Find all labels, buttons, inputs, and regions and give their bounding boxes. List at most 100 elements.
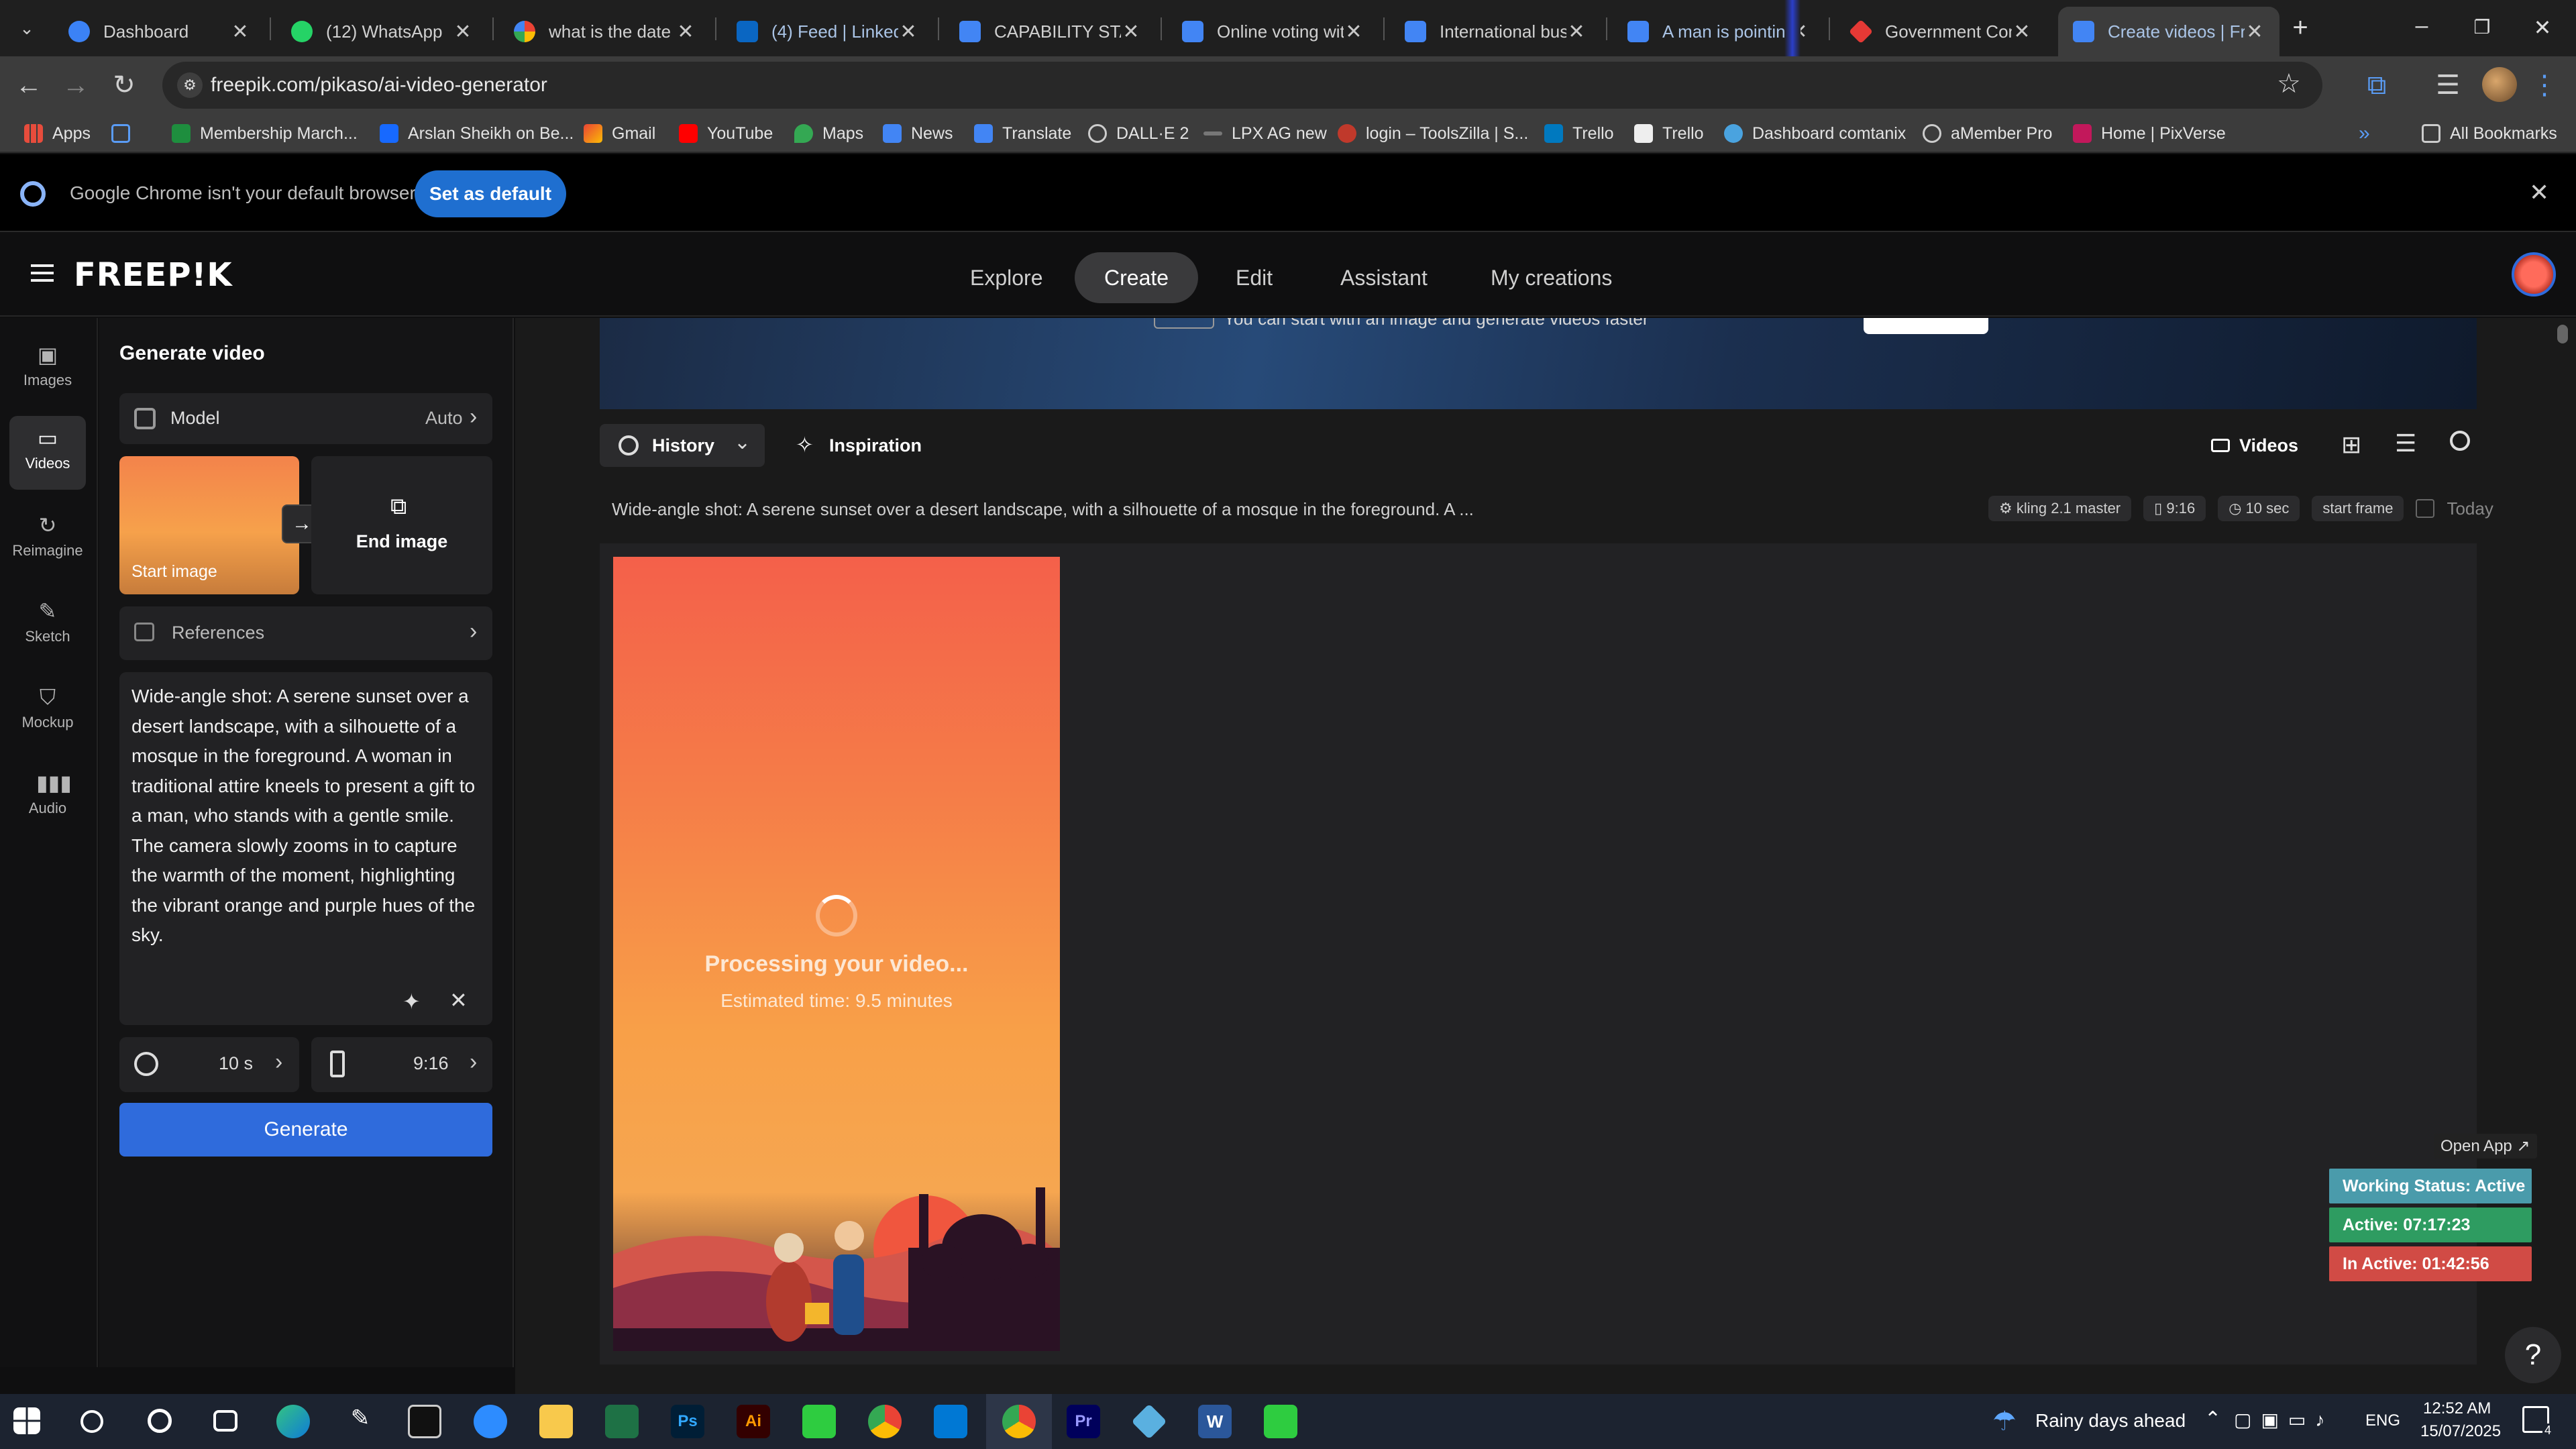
- back-arrow-icon[interactable]: ←: [13, 70, 44, 101]
- tab-dashboard[interactable]: Dashboard ✕: [54, 7, 265, 56]
- bookmark-maps[interactable]: Maps: [794, 114, 863, 153]
- aspect-ratio-selector[interactable]: 9:16 ›: [311, 1037, 492, 1092]
- more-bookmarks-chevron-icon[interactable]: »: [2359, 114, 2370, 153]
- app-green2-icon[interactable]: [1264, 1405, 1297, 1438]
- model-selector[interactable]: Model Auto ›: [119, 393, 492, 444]
- minimize-button[interactable]: –: [2402, 12, 2442, 43]
- tab-list-icon[interactable]: ☰: [2432, 70, 2463, 101]
- menu-kebab-icon[interactable]: ⋮: [2529, 70, 2560, 101]
- nav-my-creations[interactable]: My creations: [1461, 252, 1642, 303]
- forward-arrow-icon[interactable]: →: [60, 70, 91, 101]
- bookmark-youtube[interactable]: YouTube: [679, 114, 773, 153]
- pen-icon[interactable]: ✎: [343, 1405, 377, 1438]
- close-icon[interactable]: ✕: [1121, 20, 1141, 44]
- rail-sketch[interactable]: ✎ Sketch: [9, 589, 86, 663]
- close-icon[interactable]: ✕: [453, 20, 473, 44]
- end-image-slot[interactable]: ⧉ End image: [311, 456, 492, 594]
- close-icon[interactable]: ✕: [1344, 20, 1364, 44]
- nav-explore[interactable]: Explore: [941, 252, 1073, 303]
- banner-button[interactable]: [1864, 318, 1988, 334]
- prompt-box[interactable]: Wide-angle shot: A serene sunset over a …: [119, 672, 492, 1025]
- freepik-logo[interactable]: FREEP!K: [74, 256, 233, 294]
- bookmark-behance[interactable]: Arslan Sheikh on Be...: [380, 114, 574, 153]
- prompt-textarea[interactable]: Wide-angle shot: A serene sunset over a …: [131, 682, 483, 951]
- bookmark-dalle[interactable]: DALL·E 2: [1088, 114, 1189, 153]
- tab-whatsapp[interactable]: (12) WhatsApp ✕: [276, 7, 488, 56]
- grid-view-icon[interactable]: ⊞: [2341, 431, 2361, 459]
- file-explorer-icon[interactable]: [539, 1405, 573, 1438]
- bookmark-apps[interactable]: Apps: [24, 114, 91, 153]
- main-scrollbar[interactable]: [2557, 325, 2568, 343]
- clock-date[interactable]: 15/07/2025: [2420, 1422, 2501, 1441]
- zoom-icon[interactable]: [474, 1405, 507, 1438]
- bookmark-comtanix[interactable]: Dashboard comtanix: [1724, 114, 1906, 153]
- tray-icons[interactable]: ▢▣▭♪: [2234, 1409, 2334, 1431]
- close-icon[interactable]: ✕: [2245, 20, 2265, 44]
- photoshop-icon[interactable]: Ps: [671, 1405, 704, 1438]
- history-dropdown[interactable]: History ⌄: [600, 424, 765, 467]
- help-button[interactable]: ?: [2505, 1327, 2561, 1383]
- rail-reimagine[interactable]: ↻ Reimagine: [9, 503, 86, 577]
- close-icon[interactable]: ✕: [898, 20, 918, 44]
- tab-linkedin[interactable]: (4) Feed | LinkedIn ✕: [722, 7, 933, 56]
- terminal-icon[interactable]: [408, 1405, 441, 1438]
- restore-button[interactable]: ❐: [2462, 12, 2502, 43]
- user-avatar[interactable]: [2512, 252, 2556, 297]
- close-icon[interactable]: ✕: [2012, 20, 2032, 44]
- tab-international-business[interactable]: International busi ✕: [1390, 7, 1601, 56]
- all-bookmarks-folder[interactable]: All Bookmarks: [2422, 114, 2557, 153]
- bookmark-membership[interactable]: Membership March...: [172, 114, 358, 153]
- bookmark-toolszilla[interactable]: login – ToolsZilla | S...: [1338, 114, 1528, 153]
- excel-icon[interactable]: [605, 1405, 639, 1438]
- inspiration-tab[interactable]: ✧ Inspiration: [796, 424, 943, 467]
- hamburger-menu-icon[interactable]: [31, 264, 54, 282]
- bookmark-trello-1[interactable]: Trello: [1544, 114, 1614, 153]
- site-info-icon[interactable]: ⚙: [177, 72, 203, 98]
- duration-selector[interactable]: 10 s ›: [119, 1037, 299, 1092]
- premiere-icon[interactable]: Pr: [1067, 1405, 1100, 1438]
- search-icon[interactable]: [80, 1410, 103, 1433]
- nav-edit[interactable]: Edit: [1206, 252, 1302, 303]
- rail-videos[interactable]: ▭ Videos: [9, 416, 86, 490]
- profile-avatar[interactable]: [2482, 67, 2517, 102]
- app-blue-icon[interactable]: [1131, 1403, 1167, 1440]
- select-checkbox[interactable]: [2416, 499, 2435, 518]
- close-icon[interactable]: ✕: [1566, 20, 1587, 44]
- videos-filter[interactable]: Videos: [2211, 424, 2332, 467]
- tab-create-videos[interactable]: Create videos | Fre ✕: [2058, 7, 2279, 56]
- video-processing-card[interactable]: Processing your video... Estimated time:…: [613, 557, 1060, 1351]
- search-icon[interactable]: [2450, 431, 2470, 451]
- bookmark-news[interactable]: News: [883, 114, 953, 153]
- chevron-up-icon[interactable]: ⌃: [2204, 1407, 2221, 1431]
- set-default-button[interactable]: Set as default: [415, 170, 566, 217]
- illustrator-icon[interactable]: Ai: [737, 1405, 770, 1438]
- bookmark-amember[interactable]: aMember Pro: [1923, 114, 2052, 153]
- generation-summary[interactable]: Wide-angle shot: A serene sunset over a …: [612, 499, 1474, 520]
- bookmark-star-icon[interactable]: ☆: [2277, 68, 2301, 99]
- close-icon[interactable]: ✕: [230, 20, 250, 44]
- edge-icon[interactable]: [276, 1405, 310, 1438]
- tab-google-search[interactable]: what is the date o ✕: [499, 7, 710, 56]
- nav-create[interactable]: Create: [1075, 252, 1199, 303]
- windows-start-icon[interactable]: [13, 1407, 40, 1434]
- magic-wand-icon[interactable]: ✦: [402, 989, 421, 1014]
- nav-assistant[interactable]: Assistant: [1311, 252, 1457, 303]
- vscode-icon[interactable]: [934, 1405, 967, 1438]
- bookmark-pixverse[interactable]: Home | PixVerse: [2073, 114, 2226, 153]
- rail-images[interactable]: ▣ Images: [9, 333, 86, 407]
- word-icon[interactable]: W: [1198, 1405, 1232, 1438]
- new-tab-button[interactable]: +: [2284, 12, 2317, 46]
- banner-icon-button[interactable]: [1154, 318, 1214, 329]
- address-bar[interactable]: ⚙ freepik.com/pikaso/ai-video-generator …: [162, 62, 2322, 109]
- chrome-active-icon[interactable]: [1002, 1405, 1036, 1438]
- extensions-icon[interactable]: ⧉: [2361, 70, 2392, 101]
- bookmark-trello-2[interactable]: Trello: [1634, 114, 1704, 153]
- close-window-button[interactable]: ✕: [2522, 12, 2563, 43]
- open-app-link[interactable]: Open App ↗: [2434, 1134, 2537, 1159]
- tab-capability-statement[interactable]: CAPABILITY STATE ✕: [945, 7, 1156, 56]
- start-image-slot[interactable]: Start image: [119, 456, 299, 594]
- reload-icon[interactable]: ↻: [109, 70, 140, 101]
- app-green-icon[interactable]: [802, 1405, 836, 1438]
- clear-x-icon[interactable]: ✕: [449, 987, 468, 1013]
- filters-sliders-icon[interactable]: ☰: [2395, 429, 2416, 458]
